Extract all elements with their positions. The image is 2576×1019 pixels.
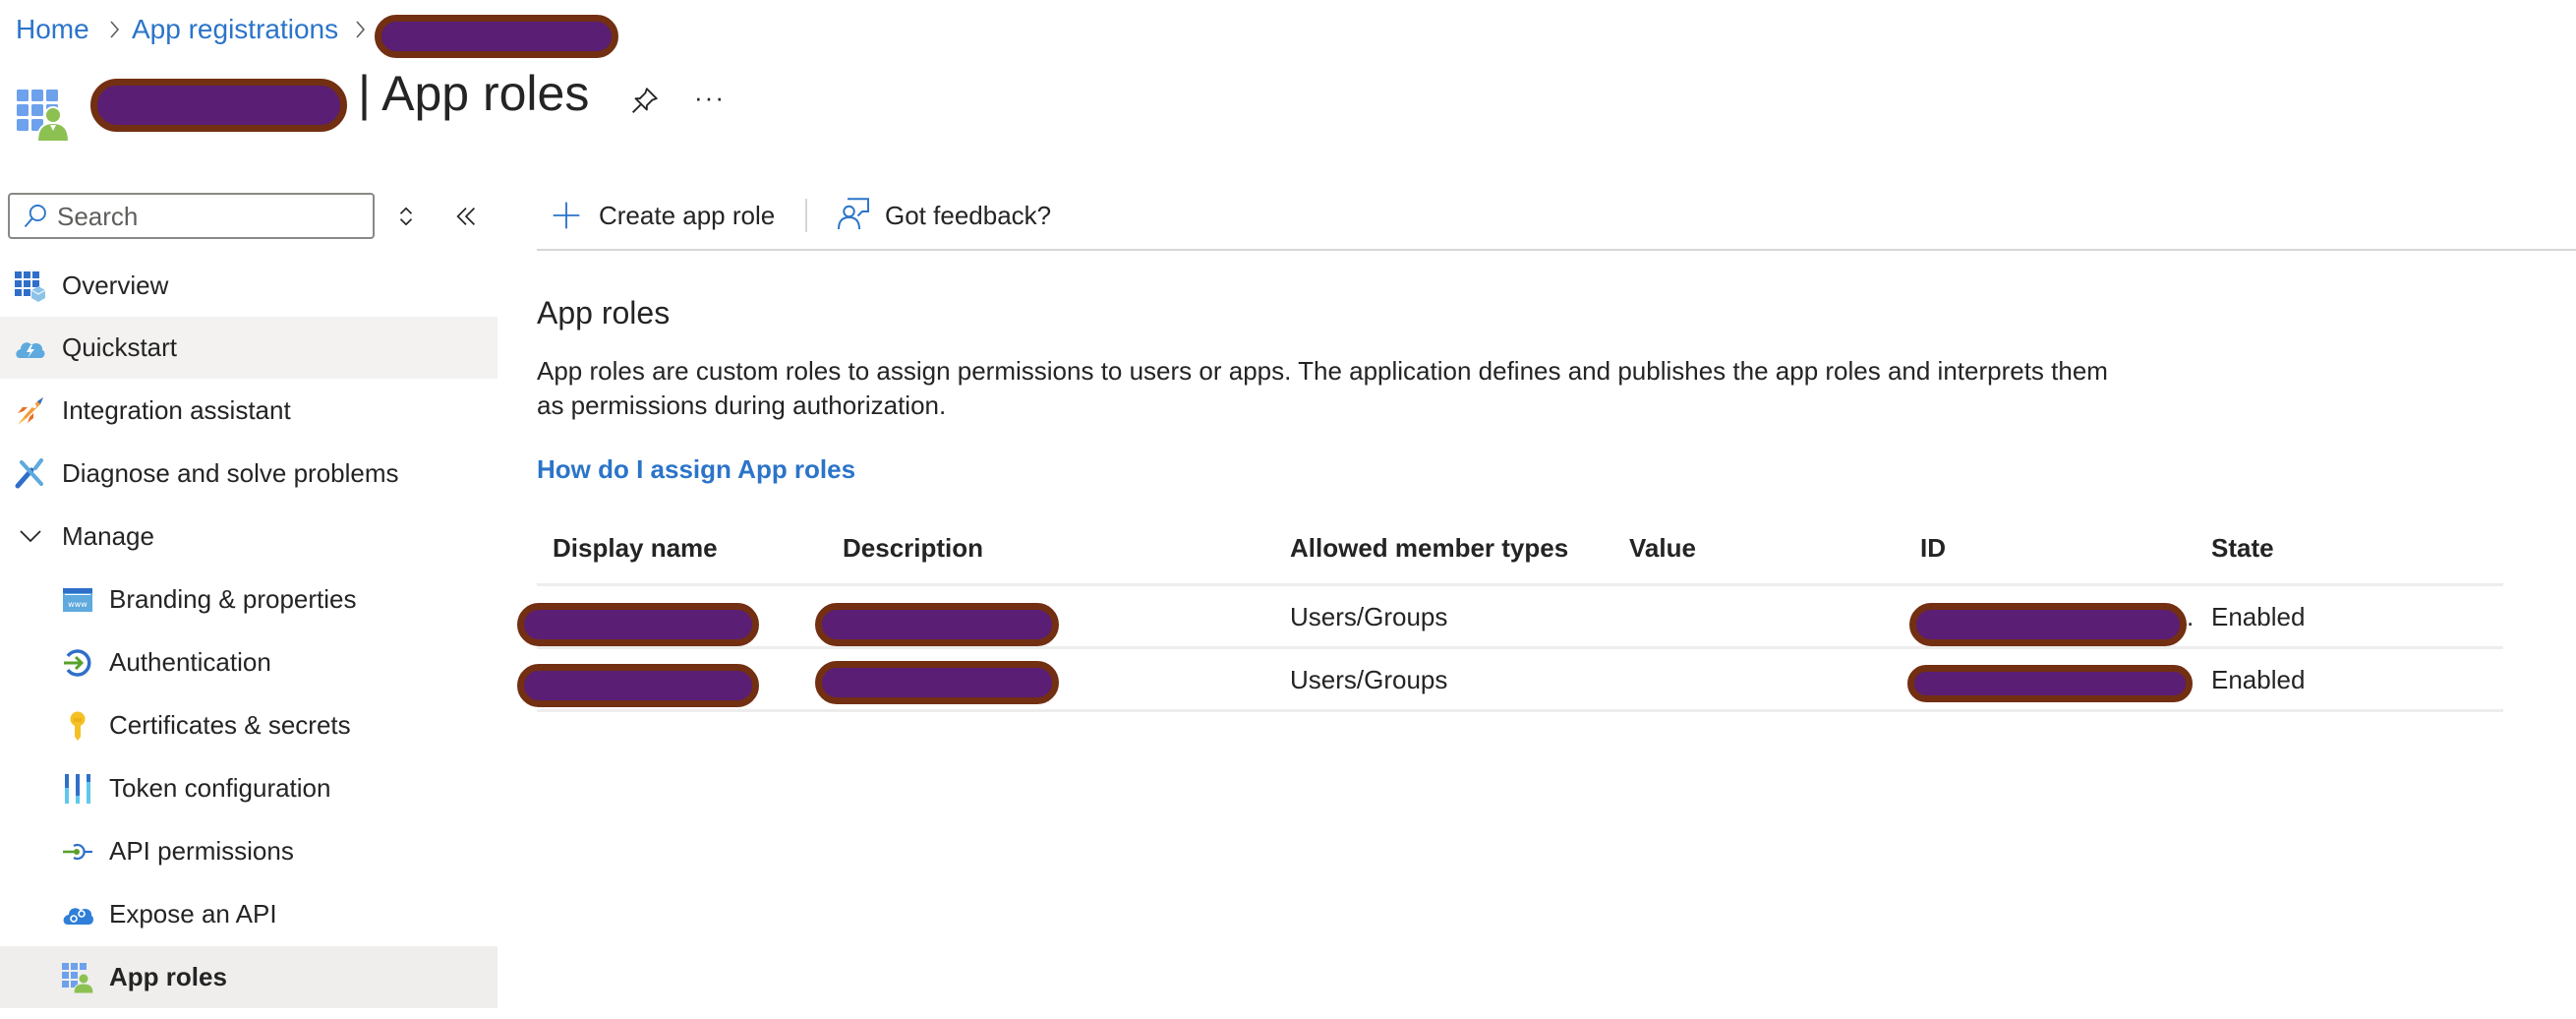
section-heading: App roles (537, 295, 671, 330)
sidebar-item-api-permissions[interactable]: API permissions (0, 820, 498, 882)
column-header-value[interactable]: Value (1629, 533, 1696, 564)
sidebar-item-label: Certificates & secrets (109, 710, 351, 740)
plus-icon (553, 202, 580, 229)
breadcrumb-app-name-redacted[interactable] (375, 15, 618, 58)
feedback-label: Got feedback? (885, 201, 1052, 230)
page-title: | App roles (358, 66, 590, 121)
api-permissions-icon (63, 843, 92, 861)
chevron-right-icon (110, 21, 120, 38)
sidebar-item-app-roles[interactable]: App roles (0, 946, 498, 1008)
row-divider (537, 646, 2503, 649)
token-bars-icon (65, 774, 90, 804)
description-redacted (815, 603, 1059, 646)
sidebar-item-authentication[interactable]: Authentication (0, 631, 498, 693)
sidebar-item-label: Integration assistant (62, 395, 291, 425)
sidebar-item-label: Diagnose and solve problems (62, 458, 399, 488)
state-cell: Enabled (2211, 665, 2306, 694)
more-options-button[interactable]: ··· (694, 83, 726, 113)
cloud-gears-icon (63, 908, 93, 925)
sidebar-search[interactable] (8, 193, 375, 239)
key-icon (70, 711, 86, 741)
search-icon (24, 204, 46, 228)
sidebar-group-manage[interactable]: Manage (0, 506, 498, 568)
column-header-state[interactable]: State (2211, 533, 2274, 564)
command-bar-divider (537, 249, 2576, 251)
quickstart-cloud-icon (16, 342, 45, 358)
display-name-redacted[interactable] (517, 664, 759, 707)
app-roles-icon (17, 90, 71, 143)
sidebar-item-token-configuration[interactable]: Token configuration (0, 757, 498, 819)
table-header-divider (537, 583, 2503, 586)
overview-icon (15, 271, 45, 302)
column-header-display-name[interactable]: Display name (553, 533, 718, 564)
id-redacted (1909, 603, 2187, 646)
pin-icon[interactable] (627, 85, 661, 118)
toolbar-divider (805, 199, 807, 232)
sidebar-item-label: App roles (109, 962, 227, 991)
sidebar-item-label: Expose an API (109, 899, 277, 929)
sidebar-item-expose-api[interactable]: Expose an API (0, 883, 498, 945)
chevron-down-icon (20, 530, 41, 543)
sidebar-item-label: Overview (62, 270, 169, 300)
rocket-icon (18, 397, 43, 425)
sidebar-item-label: Token configuration (109, 773, 331, 803)
sidebar-search-input[interactable] (55, 201, 364, 232)
collapse-sidebar-icon[interactable] (452, 203, 480, 230)
sidebar-item-label: API permissions (109, 836, 294, 866)
create-app-role-label: Create app role (599, 201, 776, 230)
column-header-description[interactable]: Description (843, 533, 983, 564)
section-description: App roles are custom roles to assign per… (537, 354, 2130, 423)
chevron-right-icon (356, 21, 366, 38)
breadcrumb-app-registrations[interactable]: App registrations (132, 14, 338, 45)
column-header-id[interactable]: ID (1920, 533, 1946, 564)
sidebar-item-certificates[interactable]: Certificates & secrets (0, 694, 498, 756)
display-name-redacted[interactable] (517, 603, 759, 646)
app-name-redacted (90, 79, 347, 132)
sidebar-item-quickstart[interactable]: Quickstart (0, 317, 498, 379)
allowed-member-types-cell: Users/Groups (1290, 665, 1448, 694)
sidebar-item-diagnose[interactable]: Diagnose and solve problems (0, 443, 498, 505)
allowed-member-types-cell: Users/Groups (1290, 602, 1448, 631)
sidebar-item-overview[interactable]: Overview (0, 255, 498, 317)
sidebar-item-label: Authentication (109, 647, 271, 677)
feedback-icon (838, 198, 869, 230)
description-redacted (815, 661, 1059, 704)
www-icon: www (63, 588, 92, 612)
description-line-1: App roles are custom roles to assign per… (537, 356, 2108, 386)
sidebar-item-label: Quickstart (62, 332, 178, 362)
create-app-role-button[interactable]: Create app role (547, 193, 783, 238)
sidebar-item-integration-assistant[interactable]: Integration assistant (0, 380, 498, 442)
app-roles-icon (62, 963, 93, 993)
id-redacted (1907, 665, 2193, 702)
breadcrumb-home[interactable]: Home (16, 14, 89, 45)
description-line-2: as permissions during authorization. (537, 390, 947, 420)
column-header-allowed-member-types[interactable]: Allowed member types (1290, 533, 1568, 564)
sidebar-item-label: Branding & properties (109, 584, 357, 614)
state-cell: Enabled (2211, 602, 2306, 631)
svg-text:www: www (68, 600, 88, 609)
sidebar-item-branding[interactable]: www Branding & properties (0, 569, 498, 630)
id-ellipsis: . (2187, 602, 2195, 631)
row-divider (537, 709, 2503, 712)
wrench-icon (15, 458, 43, 489)
help-link-assign-app-roles[interactable]: How do I assign App roles (537, 454, 855, 485)
sidebar-group-label: Manage (62, 521, 154, 551)
sign-in-icon (64, 649, 91, 677)
sort-expand-icon[interactable] (395, 203, 417, 230)
feedback-button[interactable]: Got feedback? (834, 193, 1060, 238)
